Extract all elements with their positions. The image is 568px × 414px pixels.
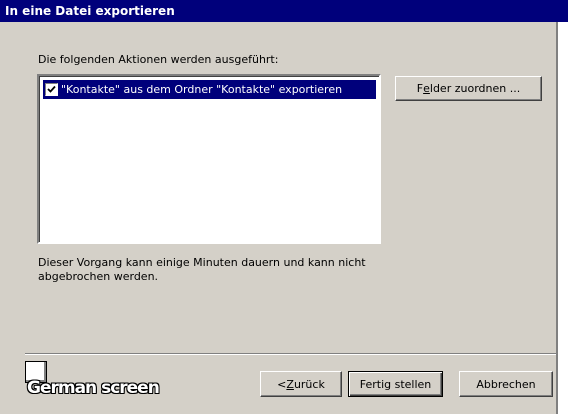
duration-note: Dieser Vorgang kann einige Minuten dauer…	[38, 256, 366, 283]
cancel-button-label: Abbrechen	[476, 377, 536, 391]
back-button[interactable]: < Zurück	[260, 371, 342, 397]
window-title: In eine Datei exportieren	[5, 4, 175, 18]
back-button-accel: Z	[286, 377, 294, 391]
back-button-text-rest: urück	[293, 377, 325, 391]
screen-caption: German screen	[27, 378, 160, 398]
window-right-edge	[556, 22, 568, 414]
instruction-label: Die folgenden Aktionen werden ausgeführt…	[38, 53, 279, 66]
cancel-button[interactable]: Abbrechen	[459, 371, 553, 397]
action-item-export-contacts[interactable]: "Kontakte" aus dem Ordner "Kontakte" exp…	[43, 80, 376, 99]
checkmark-icon	[47, 85, 56, 93]
finish-button-label: Fertig stellen	[359, 377, 432, 391]
finish-button[interactable]: Fertig stellen	[348, 371, 443, 397]
map-fields-button-accel: e	[423, 82, 430, 95]
action-checkbox[interactable]	[45, 83, 58, 96]
footer-separator-highlight	[25, 354, 556, 355]
action-item-label: "Kontakte" aus dem Ordner "Kontakte" exp…	[61, 83, 343, 96]
back-button-text: <	[277, 377, 287, 391]
map-fields-button[interactable]: Fe lder zuordnen ...	[395, 76, 542, 101]
map-fields-button-text-rest: lder zuordnen ...	[429, 82, 521, 95]
window-titlebar: In eine Datei exportieren	[0, 0, 568, 22]
actions-listbox[interactable]: "Kontakte" aus dem Ordner "Kontakte" exp…	[37, 74, 381, 244]
